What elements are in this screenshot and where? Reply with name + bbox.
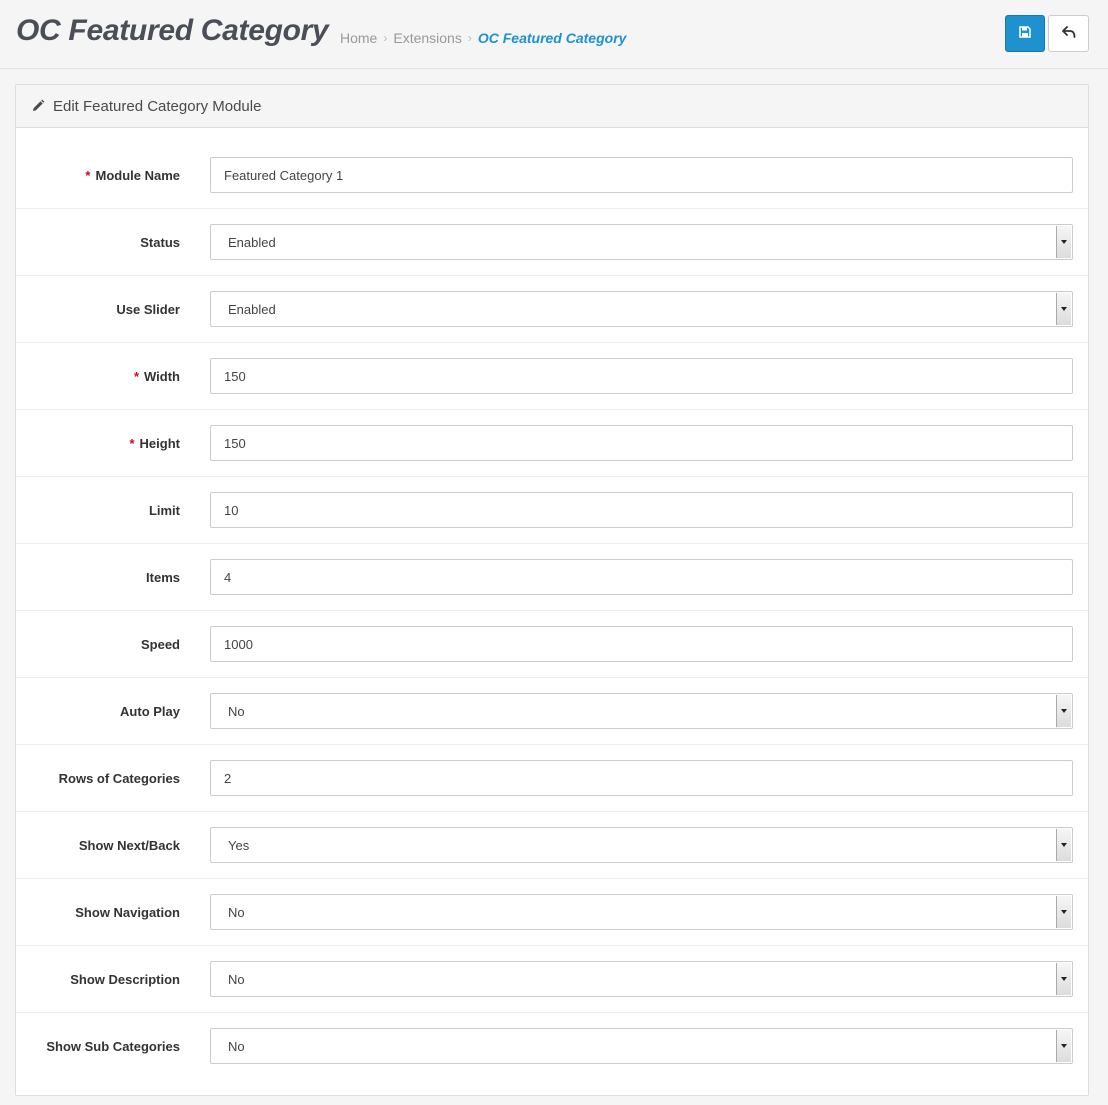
form-row-auto-play: Auto Play No [16, 678, 1088, 745]
status-label-text: Status [140, 235, 180, 250]
height-label-text: Height [139, 436, 180, 451]
module-name-label-text: Module Name [95, 168, 180, 183]
form-row-speed: Speed 1000 [16, 611, 1088, 678]
limit-input[interactable]: 10 [210, 492, 1073, 528]
module-name-value: Featured Category 1 [224, 167, 344, 183]
floppy-disk-icon [1019, 26, 1031, 41]
form-row-height: * Height 150 [16, 410, 1088, 477]
breadcrumb: Home › Extensions › OC Featured Category [340, 30, 626, 46]
status-value: Enabled [228, 234, 276, 250]
show-navigation-label-text: Show Navigation [75, 905, 180, 920]
rows-of-categories-label-text: Rows of Categories [58, 771, 180, 786]
show-next-back-label-text: Show Next/Back [78, 838, 180, 853]
module-edit-panel: Edit Featured Category Module * Module Na… [15, 84, 1089, 1096]
width-label: * Width [134, 343, 180, 410]
show-sub-categories-select[interactable]: No [210, 1028, 1073, 1064]
form-row-show-sub-categories: Show Sub Categories No [16, 1013, 1088, 1080]
auto-play-label: Auto Play [120, 678, 180, 745]
dropdown-arrow-icon[interactable] [1056, 1030, 1071, 1062]
form-row-use-slider: Use Slider Enabled [16, 276, 1088, 343]
required-asterisk: * [85, 168, 91, 183]
show-next-back-select[interactable]: Yes [210, 827, 1073, 863]
show-description-value: No [228, 971, 245, 987]
breadcrumb-home[interactable]: Home [340, 30, 377, 46]
limit-label: Limit [149, 477, 180, 544]
module-name-input[interactable]: Featured Category 1 [210, 157, 1073, 193]
form-row-status: Status Enabled [16, 209, 1088, 276]
items-label-text: Items [146, 570, 180, 585]
show-description-label-text: Show Description [70, 972, 180, 987]
breadcrumb-separator: › [467, 31, 472, 45]
form-row-rows-of-categories: Rows of Categories 2 [16, 745, 1088, 812]
form-row-width: * Width 150 [16, 343, 1088, 410]
panel-title: Edit Featured Category Module [53, 97, 262, 115]
show-sub-categories-label-text: Show Sub Categories [46, 1039, 180, 1054]
panel-heading: Edit Featured Category Module [16, 85, 1088, 128]
show-sub-categories-label: Show Sub Categories [46, 1013, 180, 1080]
use-slider-label-text: Use Slider [116, 302, 180, 317]
height-input[interactable]: 150 [210, 425, 1073, 461]
width-value: 150 [224, 368, 246, 384]
speed-label: Speed [141, 611, 180, 678]
dropdown-arrow-icon[interactable] [1056, 829, 1071, 861]
auto-play-label-text: Auto Play [120, 704, 180, 719]
use-slider-select[interactable]: Enabled [210, 291, 1073, 327]
form-row-show-navigation: Show Navigation No [16, 879, 1088, 946]
dropdown-arrow-icon[interactable] [1056, 695, 1071, 727]
show-navigation-select[interactable]: No [210, 894, 1073, 930]
show-navigation-value: No [228, 904, 245, 920]
back-button[interactable] [1048, 15, 1089, 52]
show-next-back-label: Show Next/Back [79, 812, 180, 879]
speed-label-text: Speed [140, 637, 180, 652]
items-label: Items [146, 544, 180, 611]
form-row-items: Items 4 [16, 544, 1088, 611]
breadcrumb-extensions[interactable]: Extensions [393, 30, 461, 46]
rows-of-categories-label: Rows of Categories [59, 745, 180, 812]
rows-of-categories-value: 2 [224, 770, 232, 786]
breadcrumb-current[interactable]: OC Featured Category [478, 30, 627, 46]
height-label: * Height [129, 410, 180, 477]
use-slider-label: Use Slider [116, 276, 180, 343]
required-asterisk: * [129, 436, 135, 451]
module-name-label: * Module Name [85, 142, 180, 209]
show-sub-categories-value: No [228, 1038, 245, 1054]
save-button[interactable] [1005, 15, 1045, 52]
limit-value: 10 [224, 502, 239, 518]
height-value: 150 [224, 435, 246, 451]
dropdown-arrow-icon[interactable] [1056, 226, 1071, 258]
show-description-select[interactable]: No [210, 961, 1073, 997]
required-asterisk: * [133, 369, 140, 384]
rows-of-categories-input[interactable]: 2 [210, 760, 1073, 796]
form-body: * Module Name Featured Category 1 Status Ena… [16, 128, 1088, 1080]
items-input[interactable]: 4 [210, 559, 1073, 595]
speed-input[interactable]: 1000 [210, 626, 1073, 662]
status-label: Status [140, 209, 180, 276]
form-row-module-name: * Module Name Featured Category 1 [16, 142, 1088, 209]
form-row-show-description: Show Description No [16, 946, 1088, 1013]
speed-value: 1000 [224, 636, 253, 652]
use-slider-value: Enabled [228, 301, 276, 317]
form-row-limit: Limit 10 [16, 477, 1088, 544]
show-navigation-label: Show Navigation [75, 879, 180, 946]
reply-arrow-icon [1061, 26, 1076, 41]
dropdown-arrow-icon[interactable] [1056, 896, 1071, 928]
width-label-text: Width [144, 369, 180, 384]
items-value: 4 [224, 569, 232, 585]
width-input[interactable]: 150 [210, 358, 1073, 394]
show-next-back-value: Yes [228, 837, 250, 853]
dropdown-arrow-icon[interactable] [1056, 963, 1071, 995]
page-header: OC Featured Category Home › Extensions ›… [0, 0, 1108, 69]
auto-play-value: No [228, 703, 245, 719]
page-title: OC Featured Category [16, 14, 329, 47]
dropdown-arrow-icon[interactable] [1056, 293, 1071, 325]
form-row-show-next-back: Show Next/Back Yes [16, 812, 1088, 879]
show-description-label: Show Description [70, 946, 180, 1013]
pencil-icon [31, 99, 45, 113]
auto-play-select[interactable]: No [210, 693, 1073, 729]
limit-label-text: Limit [148, 503, 180, 518]
breadcrumb-separator: › [383, 31, 388, 45]
status-select[interactable]: Enabled [210, 224, 1073, 260]
